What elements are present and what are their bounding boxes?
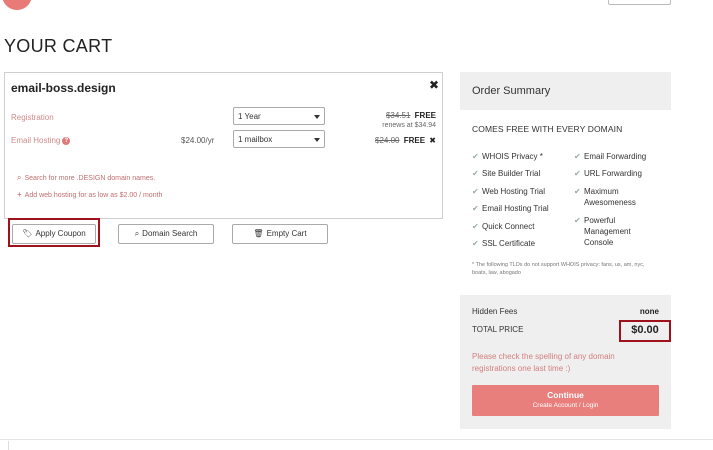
search-more-text: Search for more .DESIGN domain names. [24,175,156,182]
check-icon: ✔ [574,216,581,225]
hosting-label-row: Email Hosting? [11,136,71,145]
header-menu-button[interactable] [608,0,671,5]
search-more-link[interactable]: ⌕ Search for more .DESIGN domain names. [17,173,155,183]
plus-icon: + [17,190,22,199]
registration-period-value: 1 Year [238,112,261,121]
totals-panel: Hidden Fees none TOTAL PRICE $0.00 Pleas… [460,295,671,429]
chevron-down-icon [314,138,320,142]
remove-domain-icon[interactable]: ✖ [429,78,439,92]
check-icon: ✔ [472,169,479,178]
registration-free-label: FREE [414,111,436,120]
registration-price: $34.51 FREE renews at $34.94 [382,111,436,129]
domain-search-button[interactable]: ⌕ Domain Search [118,224,214,244]
order-summary-title: Order Summary [460,72,671,110]
continue-button[interactable]: Continue Create Account / Login [472,385,659,416]
coupon-highlight-box [8,218,100,247]
check-icon: ✔ [574,152,581,161]
check-icon: ✔ [472,204,479,213]
domain-name: email-boss.design [11,81,116,95]
spelling-warning: Please check the spelling of any domain … [472,352,615,373]
mailbox-count-select[interactable]: 1 mailbox [233,130,325,148]
remove-hosting-icon[interactable]: ✖ [429,136,436,145]
check-icon: ✔ [472,152,479,161]
search-icon: ⌕ [134,229,140,238]
mailbox-count-value: 1 mailbox [238,135,273,144]
registration-label: Registration [11,113,54,122]
registration-renew-price: renews at $34.94 [382,122,436,129]
page-title: YOUR CART [4,36,113,56]
hosting-label: Email Hosting [11,136,61,145]
hidden-fees-value: none [639,307,659,316]
total-price-label: TOTAL PRICE [472,325,524,334]
domain-search-label: Domain Search [142,229,198,238]
hosting-free-label: FREE [403,136,426,145]
help-icon[interactable]: ? [62,136,71,145]
site-logo[interactable] [2,0,32,10]
hosting-old-price: $24.00 [375,136,400,145]
trash-icon: 🗑 [253,229,264,238]
hidden-fees-label: Hidden Fees [472,307,518,316]
registration-period-select[interactable]: 1 Year [233,107,325,125]
check-icon: ✔ [472,187,479,196]
whois-footnote: * The following TLDs do not support WHOI… [472,262,645,276]
empty-cart-button[interactable]: 🗑 Empty Cart [232,224,328,244]
footer-edge [8,441,9,450]
order-summary-panel: COMES FREE WITH EVERY DOMAIN ✔ WHOIS Priv… [460,110,671,285]
comes-free-heading: COMES FREE WITH EVERY DOMAIN [472,124,623,134]
add-hosting-text: Add web hosting for as low as $2.00 / mo… [24,192,163,199]
check-icon: ✔ [574,187,581,196]
empty-cart-label: Empty Cart [266,229,307,238]
chevron-down-icon [314,115,320,119]
hosting-price: $24.00/yr [181,136,215,145]
check-icon: ✔ [472,222,479,231]
hosting-price-summary: $24.00 FREE ✖ [375,136,436,145]
check-icon: ✔ [574,169,581,178]
continue-sublabel: Create Account / Login [532,402,599,409]
registration-old-price: $34.51 [385,111,411,120]
check-icon: ✔ [472,239,479,248]
continue-label: Continue [547,390,584,400]
cart-item-card: email-boss.design ✖ Registration 1 Year … [4,72,443,219]
add-hosting-link[interactable]: + Add web hosting for as low as $2.00 / m… [17,190,162,199]
search-icon: ⌕ [17,173,22,182]
footer-divider [0,439,713,440]
total-highlight-box [619,320,671,342]
